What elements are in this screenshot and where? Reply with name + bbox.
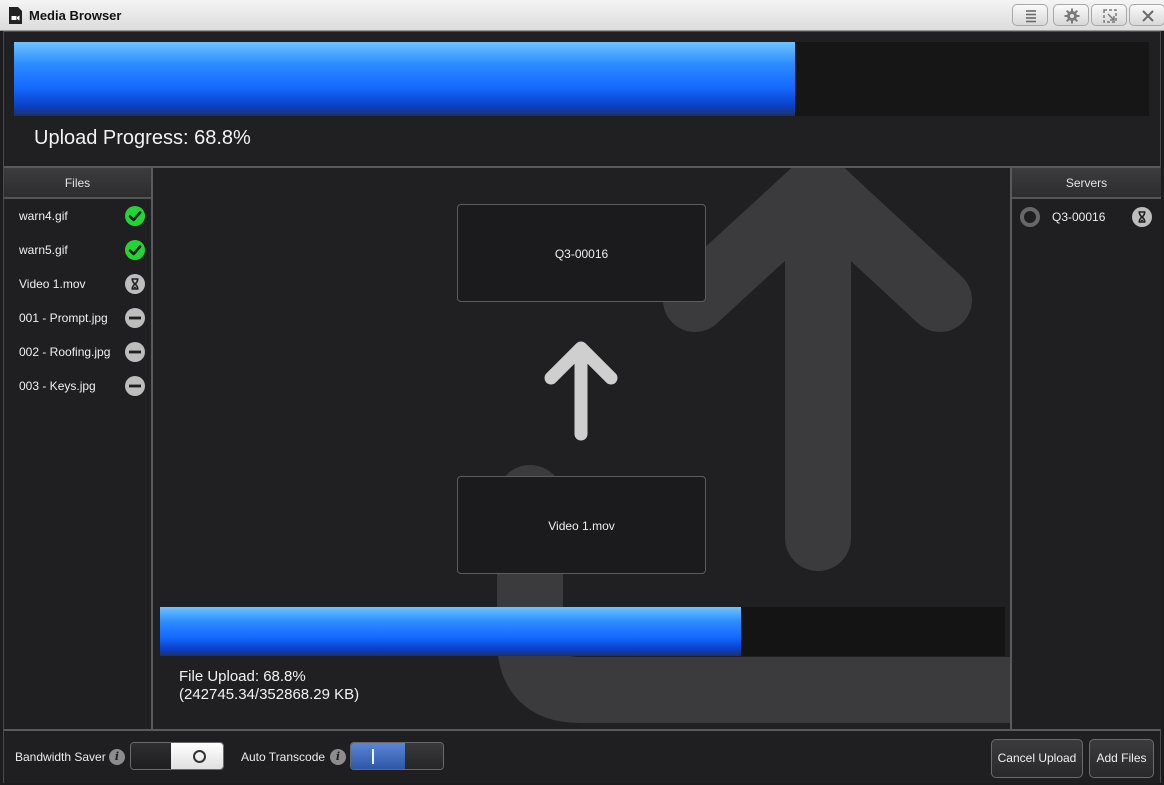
document-icon: [9, 7, 22, 24]
auto-transcode-label: Auto Transcode: [241, 750, 326, 764]
file-progress-label: File Upload: 68.8% (242745.34/352868.29 …: [179, 668, 359, 704]
file-name: 003 - Keys.jpg: [19, 379, 96, 393]
file-name: warn5.gif: [19, 243, 68, 257]
file-item[interactable]: warn5.gif: [4, 235, 151, 265]
popout-icon: [1103, 9, 1117, 23]
servers-panel: Servers Q3-00016: [1010, 168, 1161, 729]
toggle-thumb: [351, 743, 405, 769]
file-item[interactable]: warn4.gif: [4, 201, 151, 231]
auto-transcode-toggle[interactable]: [350, 742, 444, 770]
file-progress-size: (242745.34/352868.29 KB): [179, 686, 360, 703]
file-name: 001 - Prompt.jpg: [19, 311, 108, 325]
info-icon[interactable]: i: [109, 749, 125, 765]
minus-icon: [125, 376, 145, 396]
check-icon: [125, 206, 145, 226]
bandwidth-saver-toggle[interactable]: [130, 742, 224, 770]
hourglass-icon: [1132, 207, 1152, 227]
add-files-button[interactable]: Add Files: [1089, 739, 1154, 778]
minus-icon: [125, 342, 145, 362]
menu-icon: [1026, 10, 1036, 23]
cancel-upload-button[interactable]: Cancel Upload: [991, 739, 1083, 778]
server-item[interactable]: Q3-00016: [1012, 202, 1161, 232]
info-icon[interactable]: i: [330, 749, 346, 765]
window-title: Media Browser: [29, 8, 122, 23]
files-header: Files: [4, 168, 151, 199]
files-panel: Files warn4.gif warn5.gif Video 1.mov 001 -…: [4, 168, 153, 729]
bandwidth-saver-label: Bandwidth Saver: [15, 750, 106, 764]
server-name: Q3-00016: [1052, 210, 1106, 224]
file-name: 002 - Roofing.jpg: [19, 345, 111, 359]
menu-button[interactable]: [1012, 4, 1048, 26]
file-item[interactable]: 002 - Roofing.jpg: [4, 337, 151, 367]
file-name: Video 1.mov: [19, 277, 86, 291]
file-item[interactable]: Video 1.mov: [4, 269, 151, 299]
settings-button[interactable]: [1053, 4, 1089, 26]
file-item[interactable]: 001 - Prompt.jpg: [4, 303, 151, 333]
destination-server-label: Q3-00016: [554, 247, 609, 261]
source-file-box: Video 1.mov: [457, 476, 706, 574]
file-progress-percent: File Upload: 68.8%: [179, 668, 306, 685]
upload-progress-label: Upload Progress: 68.8%: [34, 127, 251, 149]
server-radio[interactable]: [1020, 207, 1040, 227]
upload-progress-fill: [14, 42, 795, 116]
toggle-on-indicator: [372, 749, 374, 764]
file-name: warn4.gif: [19, 209, 68, 223]
close-icon: [1142, 10, 1154, 22]
toggle-off-indicator: [193, 750, 206, 763]
toggle-thumb: [171, 743, 223, 769]
toggle-on-track: [405, 743, 443, 769]
destination-server-box: Q3-00016: [457, 204, 706, 302]
popout-button[interactable]: [1091, 4, 1127, 26]
minus-icon: [125, 308, 145, 328]
toggle-off-track: [131, 743, 171, 769]
upload-progress-bar: [14, 42, 1149, 116]
close-button[interactable]: [1129, 4, 1164, 26]
file-progress-fill: [160, 607, 742, 656]
file-progress-bar: [160, 607, 1005, 656]
check-icon: [125, 240, 145, 260]
file-item[interactable]: 003 - Keys.jpg: [4, 371, 151, 401]
servers-header: Servers: [1012, 168, 1161, 199]
transfer-area: Q3-00016 Video 1.mov File Upload: 68.8% …: [155, 168, 1010, 729]
arrow-up-icon: [544, 341, 618, 441]
title-bar: Media Browser: [0, 0, 1164, 31]
hourglass-icon: [125, 274, 145, 294]
bottom-toolbar: Bandwidth Saver i Auto Transcode i Cance…: [4, 729, 1160, 783]
gear-icon: [1064, 8, 1080, 24]
source-file-label: Video 1.mov: [548, 519, 615, 533]
